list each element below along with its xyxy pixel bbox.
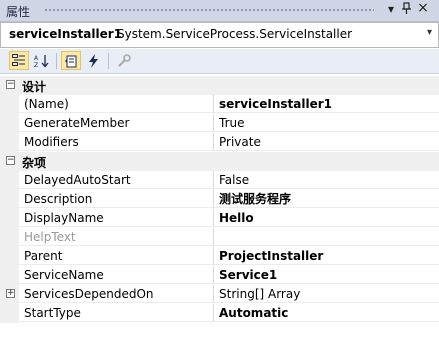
drag-grip[interactable] xyxy=(44,8,374,13)
property-name: (Name) xyxy=(19,95,214,113)
property-name: HelpText xyxy=(19,228,214,246)
property-value[interactable]: True xyxy=(214,114,439,132)
close-icon[interactable]: × xyxy=(416,0,430,16)
property-value[interactable]: 测试服务程序 xyxy=(214,190,439,208)
collapse-icon[interactable]: − xyxy=(6,156,15,165)
property-row[interactable]: ServiceName Service1 xyxy=(0,266,439,285)
property-value[interactable]: False xyxy=(214,171,439,189)
property-value[interactable]: Service1 xyxy=(214,266,439,284)
property-name: DelayedAutoStart xyxy=(19,171,214,189)
property-name: Modifiers xyxy=(19,133,214,151)
property-row[interactable]: DisplayName Hello xyxy=(0,209,439,228)
property-value[interactable] xyxy=(214,228,439,246)
property-name: ServiceName xyxy=(19,266,214,284)
properties-icon[interactable] xyxy=(61,51,81,70)
property-value[interactable]: Private xyxy=(214,133,439,151)
property-value[interactable]: Hello xyxy=(214,209,439,227)
property-row[interactable]: StartType Automatic xyxy=(0,304,439,323)
property-pages-icon[interactable] xyxy=(114,51,134,70)
collapse-icon[interactable]: − xyxy=(6,80,15,89)
property-name: GenerateMember xyxy=(19,114,214,132)
category-row[interactable]: − 杂项 xyxy=(0,152,439,171)
property-value[interactable]: Automatic xyxy=(214,304,439,322)
selected-object-type: System.ServiceProcess.ServiceInstaller xyxy=(117,27,353,41)
expand-icon[interactable]: + xyxy=(6,289,15,298)
properties-title-bar: 属性 ▾ × xyxy=(0,0,439,22)
pin-icon[interactable] xyxy=(399,2,413,17)
property-value[interactable]: String[] Array xyxy=(214,285,439,303)
property-row[interactable]: DelayedAutoStart False xyxy=(0,171,439,190)
category-label: 设计 xyxy=(22,80,47,94)
property-name: Parent xyxy=(19,247,214,265)
property-row[interactable]: + ServicesDependedOn String[] Array xyxy=(0,285,439,304)
categorized-icon[interactable] xyxy=(9,51,29,70)
events-icon[interactable] xyxy=(84,51,104,70)
property-row[interactable]: Parent ProjectInstaller xyxy=(0,247,439,266)
category-label: 杂项 xyxy=(22,156,47,170)
panel-title: 属性 xyxy=(6,5,31,19)
window-position-dropdown-icon[interactable]: ▾ xyxy=(384,2,398,16)
property-row[interactable]: GenerateMember True xyxy=(0,114,439,133)
properties-toolbar: AZ xyxy=(0,49,439,74)
selected-object-name: serviceInstaller1 xyxy=(9,27,123,41)
property-name: DisplayName xyxy=(19,209,214,227)
property-value[interactable]: ProjectInstaller xyxy=(214,247,439,265)
property-grid: − 设计 (Name) serviceInstaller1 GenerateMe… xyxy=(0,76,439,323)
property-name: StartType xyxy=(19,304,214,322)
property-name: ServicesDependedOn xyxy=(19,285,214,303)
category-row[interactable]: − 设计 xyxy=(0,76,439,95)
chevron-down-icon[interactable]: ▾ xyxy=(427,27,432,38)
svg-text:Z: Z xyxy=(34,62,38,68)
property-row[interactable]: HelpText xyxy=(0,228,439,247)
property-row[interactable]: Description 测试服务程序 xyxy=(0,190,439,209)
property-name: Description xyxy=(19,190,214,208)
object-selector[interactable]: serviceInstaller1 System.ServiceProcess.… xyxy=(0,22,439,48)
svg-text:A: A xyxy=(34,55,39,62)
property-value[interactable]: serviceInstaller1 xyxy=(214,95,439,113)
alphabetical-icon[interactable]: AZ xyxy=(32,51,52,70)
property-row[interactable]: (Name) serviceInstaller1 xyxy=(0,95,439,114)
property-row[interactable]: Modifiers Private xyxy=(0,133,439,152)
